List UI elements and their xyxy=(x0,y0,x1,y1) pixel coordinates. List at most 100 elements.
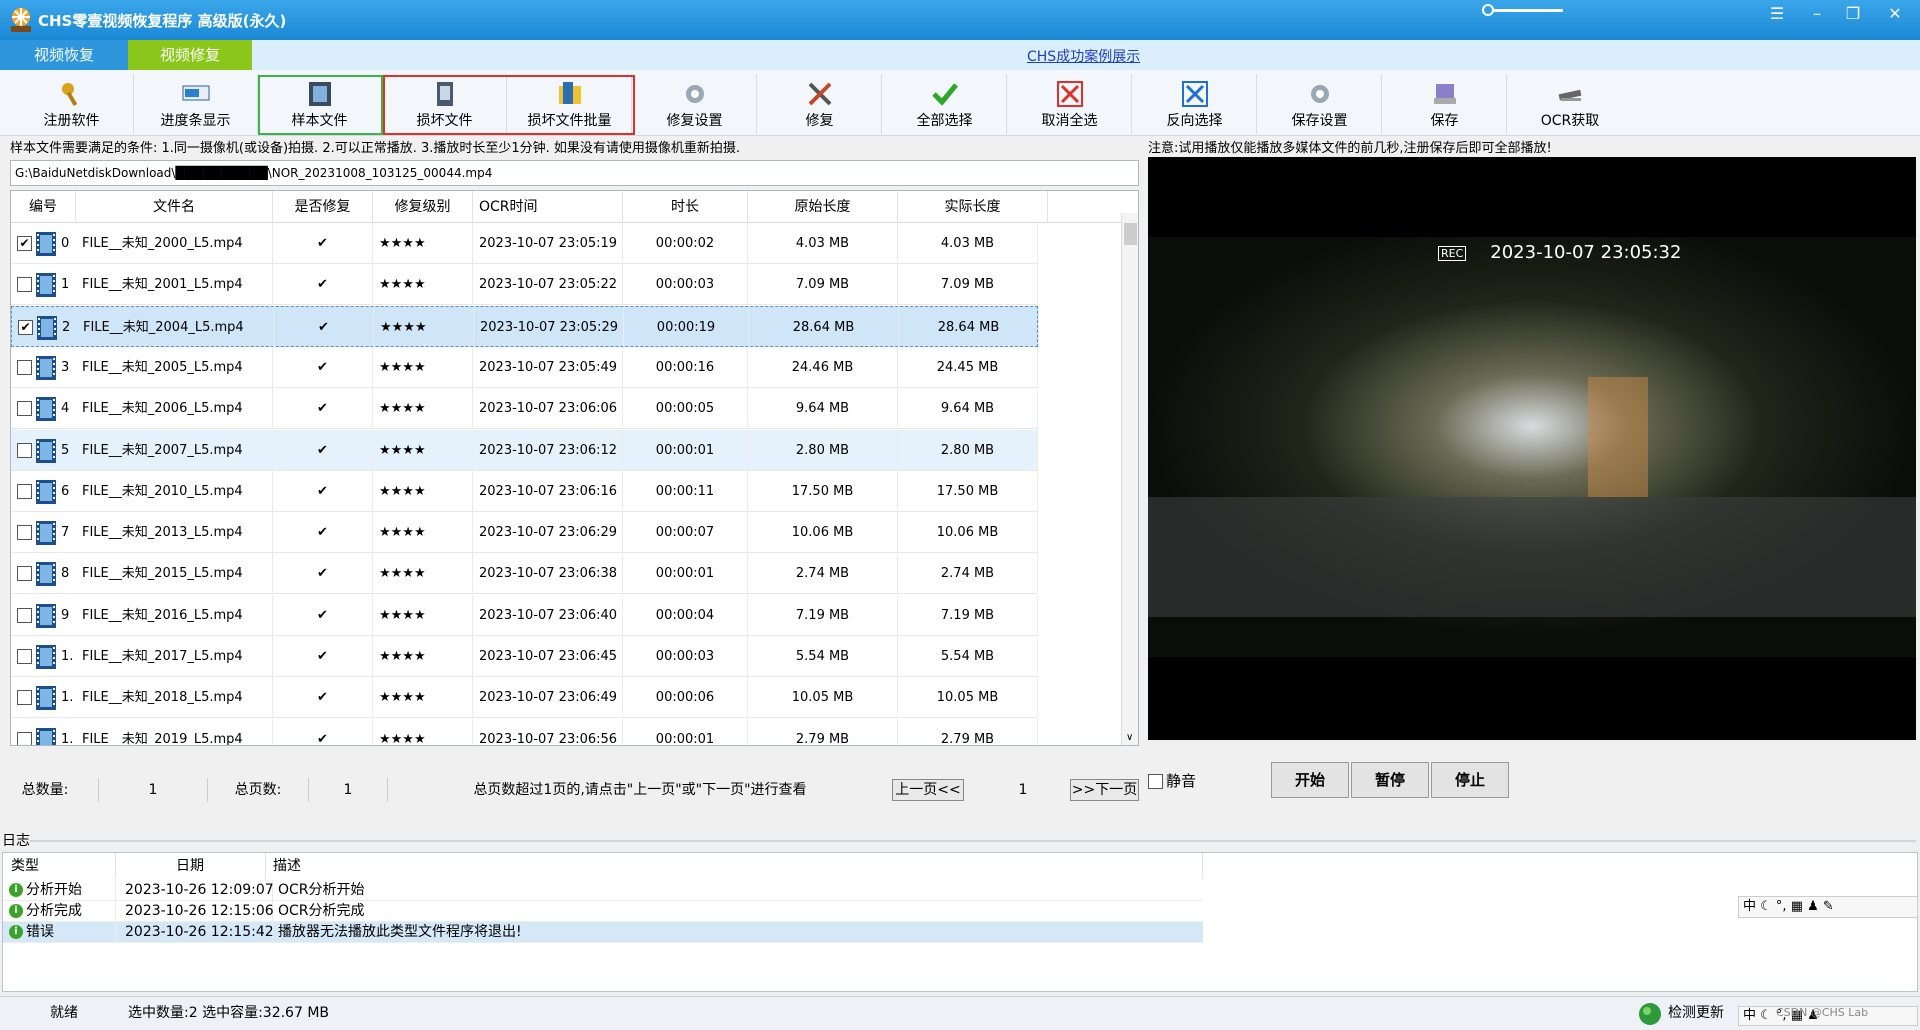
ocr-icon xyxy=(1558,89,1582,101)
video-file-icon xyxy=(37,315,57,340)
table-row[interactable]: ✔ 2 FILE__未知_2004_L5.mp4 ✔ ★★★★ 2023-10-07 23… xyxy=(11,305,1039,348)
table-scrollbar[interactable]: ∨ xyxy=(1121,213,1138,745)
invert-selection-button[interactable]: 反向选择 xyxy=(1133,74,1257,134)
row-index: 1. xyxy=(61,649,74,664)
row-checkbox[interactable] xyxy=(17,442,32,458)
table-row[interactable]: 6 FILE__未知_2010_L5.mp4 ✔ ★★★★ 2023-10-07 23:… xyxy=(11,470,1038,512)
cell-orig: 2.79 MB xyxy=(748,718,898,745)
scroll-down-icon[interactable]: ∨ xyxy=(1126,732,1133,743)
row-checkbox[interactable] xyxy=(17,483,32,499)
key-icon xyxy=(1482,4,1563,16)
cell-ocr: 2023-10-07 23:06:06 xyxy=(473,388,623,430)
cell-level: ★★★★ xyxy=(373,223,473,264)
col-index[interactable]: 编号 xyxy=(11,191,76,223)
tab-video-repair[interactable]: 视频修复 xyxy=(128,40,252,70)
row-checkbox[interactable] xyxy=(17,607,32,623)
table-row[interactable]: 9 FILE__未知_2016_L5.mp4 ✔ ★★★★ 2023-10-07 23:… xyxy=(11,594,1038,636)
select-all-button[interactable]: 全部选择 xyxy=(883,74,1007,134)
row-index: 0 xyxy=(61,236,70,251)
play-pause-button[interactable]: 暂停 xyxy=(1351,762,1429,798)
cell-level: ★★★★ xyxy=(373,677,473,719)
table-row[interactable]: 7 FILE__未知_2013_L5.mp4 ✔ ★★★★ 2023-10-07 23:… xyxy=(11,512,1038,554)
minimize-button[interactable]: – xyxy=(1802,2,1832,26)
prev-page-button[interactable]: 上一页<< xyxy=(892,779,964,801)
save-button[interactable]: 保存 xyxy=(1383,74,1507,134)
col-real-size[interactable]: 实际长度 xyxy=(898,191,1048,223)
row-checkbox[interactable] xyxy=(17,649,32,664)
ime-mode-bottom[interactable]: 中 xyxy=(1743,1008,1756,1023)
table-row[interactable]: 1. FILE__未知_2017_L5.mp4 ✔ ★★★★ 2023-10-07 23… xyxy=(11,636,1038,677)
cell-level: ★★★★ xyxy=(373,346,473,388)
ocr-fetch-button[interactable]: OCR获取 xyxy=(1508,74,1632,134)
table-row[interactable]: 1. FILE__未知_2018_L5.mp4 ✔ ★★★★ 2023-10-07 23… xyxy=(11,677,1038,719)
mute-box[interactable] xyxy=(1148,774,1163,789)
gear-icon xyxy=(1310,85,1329,103)
repair-button[interactable]: 修复 xyxy=(758,74,882,134)
repair-settings-button[interactable]: 修复设置 xyxy=(633,74,757,134)
scroll-thumb[interactable] xyxy=(1124,223,1137,245)
row-index: 5 xyxy=(61,442,70,458)
log-col-date[interactable]: 日期 xyxy=(116,853,266,879)
table-row[interactable]: 1. FILE__未知_2019_L5.mp4 ✔ ★★★★ 2023-10-07 23… xyxy=(11,718,1038,745)
ime-mode[interactable]: 中 xyxy=(1743,899,1756,914)
play-start-button[interactable]: 开始 xyxy=(1271,762,1349,798)
check-update-button[interactable]: 检测更新 xyxy=(1638,997,1724,1030)
table-row[interactable]: 5 FILE__未知_2007_L5.mp4 ✔ ★★★★ 2023-10-07 23:… xyxy=(11,429,1038,471)
table-row[interactable]: 3 FILE__未知_2005_L5.mp4 ✔ ★★★★ 2023-10-07 23:… xyxy=(11,346,1038,388)
row-checkbox[interactable]: ✔ xyxy=(17,236,32,251)
log-row[interactable]: i 错误 2023-10-26 12:15:42 播放器无法播放此类型文件程序将退出! xyxy=(3,922,1203,943)
table-row[interactable]: 1 FILE__未知_2001_L5.mp4 ✔ ★★★★ 2023-10-07 23:… xyxy=(11,264,1038,306)
table-row[interactable]: 8 FILE__未知_2015_L5.mp4 ✔ ★★★★ 2023-10-07 23:… xyxy=(11,553,1038,595)
pager-hint: 总页数超过1页的,请点击"上一页"或"下一页"进行查看 xyxy=(473,782,807,798)
play-stop-button[interactable]: 停止 xyxy=(1431,762,1509,798)
row-checkbox[interactable]: ✔ xyxy=(18,319,33,335)
cell-fixed: ✔ xyxy=(273,512,373,554)
rec-badge: REC xyxy=(1438,245,1467,261)
close-button[interactable]: ✕ xyxy=(1880,2,1910,26)
col-ocr-time[interactable]: OCR时间 xyxy=(473,191,623,223)
cell-dur: 00:00:03 xyxy=(623,636,748,677)
col-level[interactable]: 修复级别 xyxy=(373,191,473,223)
case-showcase-link[interactable]: CHS成功案例展示 xyxy=(1027,46,1140,66)
col-filename[interactable]: 文件名 xyxy=(76,191,273,223)
video-player[interactable]: REC 2023-10-07 23:05:32 xyxy=(1148,157,1916,740)
log-row[interactable]: i 分析完成 2023-10-26 12:15:06 OCR分析完成 xyxy=(3,901,1203,922)
current-page[interactable]: 1 xyxy=(968,778,1078,802)
blue-x-icon xyxy=(1181,81,1208,107)
table-row[interactable]: 4 FILE__未知_2006_L5.mp4 ✔ ★★★★ 2023-10-07 23:… xyxy=(11,388,1038,430)
tab-video-recover[interactable]: 视频恢复 xyxy=(0,40,128,70)
row-checkbox[interactable] xyxy=(17,277,32,293)
row-checkbox[interactable] xyxy=(17,566,32,582)
row-checkbox[interactable] xyxy=(17,359,32,375)
log-col-desc[interactable]: 描述 xyxy=(273,853,1203,879)
ime-toolbar[interactable]: 中 ☾ °, ▦ ♟ ✎ xyxy=(1738,896,1918,918)
cell-orig: 5.54 MB xyxy=(748,636,898,677)
table-row[interactable]: ✔ 0 FILE__未知_2000_L5.mp4 ✔ ★★★★ 2023-10-07 23… xyxy=(11,223,1038,264)
maximize-button[interactable]: ❐ xyxy=(1838,2,1868,26)
cell-name: FILE__未知_2000_L5.mp4 xyxy=(76,223,273,264)
save-settings-button[interactable]: 保存设置 xyxy=(1258,74,1382,134)
menu-button[interactable]: ☰ xyxy=(1762,2,1792,26)
col-duration[interactable]: 时长 xyxy=(623,191,748,223)
cell-orig: 17.50 MB xyxy=(748,470,898,512)
col-fixed[interactable]: 是否修复 xyxy=(273,191,373,223)
video-file-icon xyxy=(36,397,56,422)
deselect-all-button[interactable]: 取消全选 xyxy=(1008,74,1132,134)
video-file-icon xyxy=(36,562,56,587)
sample-path-field[interactable]: G:\BaiduNetdiskDownload\██████████\NOR_2… xyxy=(10,160,1139,186)
window-title: CHS零壹视频恢复程序 高级版(永久) xyxy=(38,12,287,30)
row-checkbox[interactable] xyxy=(17,525,32,541)
mute-label: 静音 xyxy=(1166,772,1197,790)
log-col-type[interactable]: 类型 xyxy=(11,853,116,879)
progress-display-button[interactable]: 进度条显示 xyxy=(134,74,258,134)
mute-checkbox[interactable]: 静音 xyxy=(1148,770,1196,791)
row-checkbox[interactable] xyxy=(17,401,32,417)
register-button[interactable]: 注册软件 xyxy=(10,74,134,134)
log-row[interactable]: i 分析开始 2023-10-26 12:09:07 OCR分析开始 xyxy=(3,880,1203,901)
total-value: 1 xyxy=(98,778,208,802)
col-orig-size[interactable]: 原始长度 xyxy=(748,191,898,223)
row-checkbox[interactable] xyxy=(17,690,32,706)
row-checkbox[interactable] xyxy=(17,731,32,745)
next-page-button[interactable]: >>下一页 xyxy=(1070,779,1139,801)
log-date: 2023-10-26 12:15:06 xyxy=(125,901,274,922)
